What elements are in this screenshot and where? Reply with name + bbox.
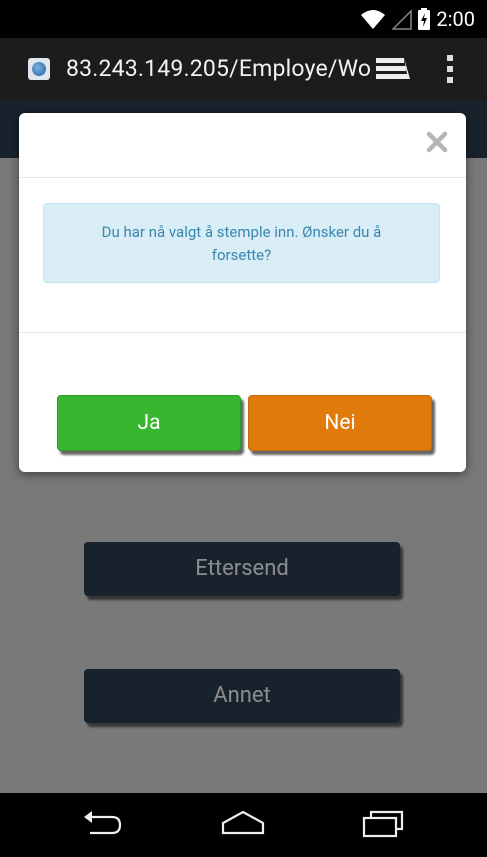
web-page: Ettersend Annet Du har nå valgt å stempl…: [0, 100, 487, 793]
status-time: 2:00: [436, 7, 475, 31]
back-icon[interactable]: [82, 809, 124, 839]
signal-icon: [392, 9, 413, 30]
android-nav-bar: [0, 793, 487, 857]
recent-apps-icon[interactable]: [362, 809, 404, 839]
url-text[interactable]: 83.243.149.205/Employe/Wo: [66, 54, 371, 84]
browser-address-bar[interactable]: 83.243.149.205/Employe/Wo: [0, 38, 487, 100]
no-button[interactable]: Nei: [248, 395, 432, 451]
modal-footer-divider: [19, 332, 466, 333]
close-x-icon[interactable]: [426, 131, 448, 153]
status-icons: 2:00: [360, 7, 475, 31]
battery-icon: [418, 8, 431, 30]
yes-button[interactable]: Ja: [57, 395, 241, 451]
overflow-menu-icon[interactable]: [446, 54, 454, 84]
home-icon[interactable]: [220, 809, 266, 839]
wifi-icon: [361, 10, 386, 29]
site-favicon-icon: [28, 58, 50, 80]
info-alert: Du har nå valgt å stemple inn. Ønsker du…: [43, 203, 440, 283]
alert-message: Du har nå valgt å stemple inn. Ønsker du…: [101, 223, 382, 264]
tabs-icon[interactable]: [376, 58, 410, 82]
confirm-dialog: Du har nå valgt å stemple inn. Ønsker du…: [19, 113, 466, 472]
modal-header-divider: [19, 177, 466, 178]
status-bar: 2:00: [0, 0, 487, 38]
